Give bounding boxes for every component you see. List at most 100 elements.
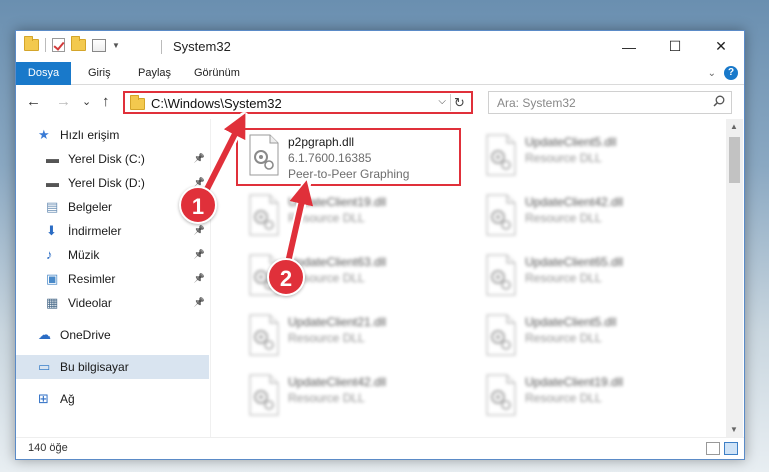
pin-icon[interactable]: 📌	[194, 153, 205, 164]
sidebar-item-ağ[interactable]: ⊞ Ağ	[16, 387, 209, 411]
ribbon-right-controls: ⌄ ?	[708, 66, 738, 80]
status-bar: 140 öğe	[16, 437, 744, 459]
file-item[interactable]: UpdateClient5.dll Resource DLL	[475, 123, 705, 181]
navigation-pane: ★ Hızlı erişim ▬ Yerel Disk (C:) 📌 ▬ Yerel Dis…	[16, 119, 209, 437]
sidebar-item-müzik[interactable]: ♪ Müzik 📌	[16, 243, 209, 267]
recent-locations-button[interactable]: ⌄	[82, 95, 91, 108]
sidebar-item-onedrive[interactable]: ☁ OneDrive	[16, 323, 209, 347]
file-name: UpdateClient19.dll	[525, 375, 624, 389]
file-item[interactable]: UpdateClient65.dll Resource DLL	[475, 243, 705, 301]
file-name: UpdateClient63.dll	[288, 255, 387, 269]
file-name: UpdateClient65.dll	[525, 255, 624, 269]
address-path[interactable]: C:\Windows\System32	[151, 96, 282, 111]
file-name: UpdateClient42.dll	[288, 375, 387, 389]
address-dropdown-icon[interactable]: ⌵	[438, 96, 446, 107]
file-item[interactable]: UpdateClient5.dll Resource DLL	[475, 303, 705, 361]
pin-icon[interactable]: 📌	[194, 297, 205, 308]
sidebar-item-yerel-disk-c-[interactable]: ▬ Yerel Disk (C:) 📌	[16, 147, 209, 171]
file-item[interactable]: UpdateClient19.dll Resource DLL	[475, 363, 705, 421]
scroll-down-icon[interactable]: ▼	[730, 425, 738, 434]
sidebar-item-yerel-disk-d-[interactable]: ▬ Yerel Disk (D:) 📌	[16, 171, 209, 195]
sidebar-item-label: Hızlı erişim	[60, 128, 120, 142]
file-description: Resource DLL	[288, 391, 365, 405]
vertical-scrollbar[interactable]: ▲ ▼	[726, 119, 743, 437]
pictures-icon: ▣	[46, 271, 59, 286]
music-icon: ♪	[46, 247, 53, 262]
forward-button[interactable]: →	[56, 93, 71, 110]
address-bar[interactable]: C:\Windows\System32 ⌵ ↻	[123, 91, 473, 114]
close-button[interactable]: ✕	[698, 31, 744, 62]
file-description: Resource DLL	[525, 391, 602, 405]
window-controls: — ☐ ✕	[606, 31, 744, 62]
minimize-button[interactable]: —	[606, 31, 652, 62]
file-description: Resource DLL	[288, 211, 365, 225]
sidebar-item-bu-bilgisayar[interactable]: ▭ Bu bilgisayar	[16, 355, 209, 379]
file-description: Resource DLL	[288, 331, 365, 345]
refresh-button[interactable]: ↻	[450, 94, 468, 111]
cloud-icon: ☁	[38, 327, 51, 342]
drive-icon: ▬	[46, 151, 59, 166]
search-box[interactable]: Ara: System32	[488, 91, 732, 114]
up-button[interactable]: ↑	[102, 93, 110, 110]
dll-file-icon	[486, 374, 516, 416]
details-view-button[interactable]	[706, 442, 720, 455]
new-folder-icon[interactable]	[71, 36, 86, 51]
computer-icon: ▭	[38, 359, 51, 374]
sidebar-item-label: OneDrive	[60, 328, 111, 342]
ribbon-tabs: Dosya Giriş Paylaş Görünüm ⌄ ?	[16, 62, 744, 85]
expand-ribbon-icon[interactable]: ⌄	[708, 68, 716, 79]
pane-divider[interactable]	[210, 119, 211, 437]
sidebar-item-i-ndirmeler[interactable]: ⬇ İndirmeler 📌	[16, 219, 209, 243]
tab-share[interactable]: Paylaş	[138, 62, 171, 85]
file-item[interactable]: UpdateClient19.dll Resource DLL	[238, 183, 468, 241]
annotation-badge-2: 2	[267, 258, 305, 296]
view-toggle	[706, 442, 738, 455]
pin-icon[interactable]: 📌	[194, 225, 205, 236]
sidebar-item-resimler[interactable]: ▣ Resimler 📌	[16, 267, 209, 291]
dll-file-icon	[249, 194, 279, 236]
title-bar: ▼ System32 — ☐ ✕	[16, 31, 744, 62]
tab-file[interactable]: Dosya	[16, 62, 71, 85]
quick-access-dropdown-icon[interactable]: ▼	[112, 41, 120, 50]
sidebar-item-label: Yerel Disk (C:)	[68, 152, 145, 166]
sidebar-item-label: Ağ	[60, 392, 75, 406]
file-item[interactable]: UpdateClient21.dll Resource DLL	[238, 303, 468, 361]
tab-home[interactable]: Giriş	[88, 62, 111, 85]
sidebar-item-label: İndirmeler	[68, 224, 122, 238]
pin-icon[interactable]: 📌	[194, 249, 205, 260]
file-name: UpdateClient42.dll	[525, 195, 624, 209]
explorer-window: ▼ System32 — ☐ ✕ Dosya Giriş Paylaş Görü…	[15, 30, 745, 460]
network-icon: ⊞	[38, 391, 49, 406]
drive-icon: ▬	[46, 175, 59, 190]
address-row: ← → ⌄ ↑ C:\Windows\System32 ⌵ ↻ Ara: Sys…	[16, 86, 744, 118]
item-count: 140 öğe	[28, 442, 68, 454]
videos-icon: ▦	[46, 295, 59, 310]
tab-view[interactable]: Görünüm	[194, 62, 240, 85]
help-icon[interactable]: ?	[724, 66, 738, 80]
sidebar-item-label: Belgeler	[68, 200, 113, 214]
sidebar-item-videolar[interactable]: ▦ Videolar 📌	[16, 291, 209, 315]
file-description: Resource DLL	[525, 211, 602, 225]
folder-icon	[130, 95, 145, 110]
search-icon[interactable]	[713, 95, 725, 107]
customize-icon[interactable]	[92, 38, 106, 52]
search-input[interactable]: Ara: System32	[497, 96, 576, 110]
dll-file-icon	[486, 194, 516, 236]
sidebar-item-hızlı-erişim[interactable]: ★ Hızlı erişim	[16, 123, 209, 147]
back-button[interactable]: ←	[26, 93, 41, 110]
window-title: System32	[173, 39, 231, 54]
file-item[interactable]: UpdateClient42.dll Resource DLL	[475, 183, 705, 241]
sidebar-item-label: Videolar	[68, 296, 112, 310]
dll-file-icon	[486, 134, 516, 176]
file-name: UpdateClient19.dll	[288, 195, 387, 209]
sidebar-item-label: Resimler	[68, 272, 116, 286]
pin-icon[interactable]: 📌	[194, 273, 205, 284]
file-item[interactable]: UpdateClient42.dll Resource DLL	[238, 363, 468, 421]
file-description: Resource DLL	[525, 331, 602, 345]
maximize-button[interactable]: ☐	[652, 31, 698, 62]
tiles-view-button[interactable]	[724, 442, 738, 455]
scroll-up-icon[interactable]: ▲	[730, 122, 738, 131]
dll-file-icon	[486, 254, 516, 296]
properties-check-icon[interactable]	[52, 38, 65, 52]
scroll-thumb[interactable]	[729, 137, 740, 183]
